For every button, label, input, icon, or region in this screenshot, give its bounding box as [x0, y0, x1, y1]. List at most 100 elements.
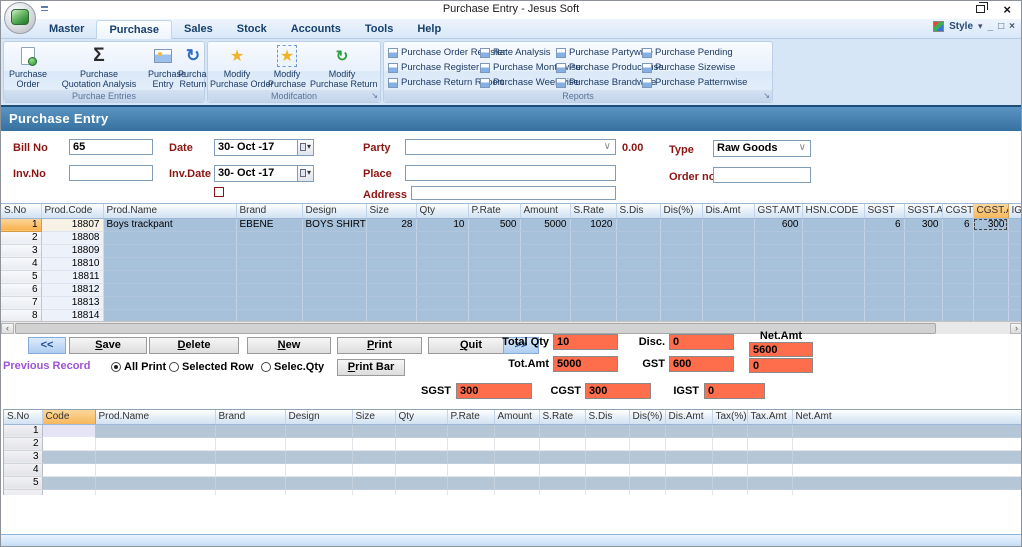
bottom-grid-cell[interactable] [395, 424, 447, 437]
main-grid-cell[interactable] [366, 283, 416, 296]
main-grid-cell[interactable] [416, 244, 468, 257]
main-grid-cell[interactable]: 5000 [520, 218, 570, 231]
main-grid-cell[interactable] [1008, 283, 1022, 296]
main-grid-cell[interactable] [1008, 244, 1022, 257]
form-checkbox[interactable] [214, 187, 224, 197]
report-item-purchase-pending[interactable]: Purchase Pending [642, 45, 762, 60]
bottom-grid-cell[interactable]: 3 [4, 450, 42, 463]
party-select[interactable]: ∨ [405, 139, 616, 155]
main-grid-cell[interactable]: EBENE [236, 218, 302, 231]
main-grid-cell[interactable] [302, 270, 366, 283]
bottom-grid-cell[interactable] [285, 463, 352, 476]
bottom-grid-cell[interactable] [665, 450, 712, 463]
style-caret-icon[interactable]: ▾ [978, 21, 983, 32]
report-item-purchase-weekwise[interactable]: Purchase Weekwise [480, 75, 556, 90]
bottom-grid-cell[interactable] [747, 424, 792, 437]
main-grid-cell[interactable] [802, 218, 864, 231]
bottom-grid-cell[interactable] [792, 463, 1022, 476]
report-item-rate-analysis[interactable]: Rate Analysis [480, 45, 556, 60]
main-grid-cell[interactable] [416, 231, 468, 244]
main-grid-cell[interactable] [236, 296, 302, 309]
bottom-grid-cell[interactable] [215, 424, 285, 437]
delete-button[interactable]: Delete [149, 337, 239, 354]
main-grid-cell[interactable] [973, 231, 1008, 244]
main-grid-cell[interactable] [1008, 218, 1022, 231]
main-grid-cell[interactable] [302, 309, 366, 321]
bottom-grid-cell[interactable] [494, 463, 539, 476]
ribbon-button-modify-purchase[interactable]: ★ModifyPurchase [264, 44, 310, 89]
main-grid-cell[interactable] [754, 296, 802, 309]
order-no-input[interactable] [713, 167, 811, 183]
main-grid-cell[interactable] [468, 270, 520, 283]
main-grid-cell[interactable]: 7 [1, 296, 41, 309]
main-grid-cell[interactable] [103, 283, 236, 296]
main-grid-cell[interactable] [616, 257, 660, 270]
main-grid-cell[interactable] [864, 309, 904, 321]
main-grid-cell[interactable] [570, 231, 616, 244]
main-grid-cell[interactable]: 18809 [41, 244, 103, 257]
report-item-purchase-order-register[interactable]: Purchase Order Register [388, 45, 480, 60]
bottom-grid-cell[interactable] [712, 424, 747, 437]
main-grid-cell[interactable] [236, 270, 302, 283]
print-bar-button[interactable]: Print Bar [337, 359, 405, 376]
main-grid-cell[interactable] [520, 231, 570, 244]
main-grid-cell[interactable] [570, 309, 616, 321]
radio-icon[interactable] [111, 362, 121, 372]
main-grid-cell[interactable]: 3 [1, 244, 41, 257]
bottom-grid-cell[interactable] [712, 437, 747, 450]
bottom-grid-cell[interactable] [42, 476, 95, 489]
bottom-grid-cell[interactable] [585, 463, 629, 476]
main-grid-cell[interactable] [468, 283, 520, 296]
print-button[interactable]: Print [337, 337, 422, 354]
bottom-grid-cell[interactable] [95, 450, 215, 463]
main-grid-cell[interactable] [468, 231, 520, 244]
main-grid-cell[interactable] [416, 257, 468, 270]
main-grid-cell[interactable] [802, 283, 864, 296]
main-grid-cell[interactable] [520, 283, 570, 296]
main-grid-cell[interactable]: 300 [973, 218, 1008, 231]
main-grid-cell[interactable]: 18808 [41, 231, 103, 244]
main-grid-cell[interactable] [302, 296, 366, 309]
bottom-grid-cell[interactable] [585, 450, 629, 463]
scroll-right-icon[interactable]: › [1010, 323, 1022, 334]
main-grid-cell[interactable]: 6 [864, 218, 904, 231]
tab-sales[interactable]: Sales [172, 20, 225, 39]
main-grid-cell[interactable] [702, 296, 754, 309]
calendar-dropdown-icon[interactable]: ▾ [297, 140, 313, 155]
main-grid-cell[interactable] [973, 309, 1008, 321]
bottom-grid-cell[interactable] [352, 437, 395, 450]
main-grid-cell[interactable]: 28 [366, 218, 416, 231]
bottom-grid-cell[interactable] [95, 424, 215, 437]
main-grid-cell[interactable]: 8 [1, 309, 41, 321]
main-grid-cell[interactable] [660, 270, 702, 283]
main-grid-cell[interactable] [904, 257, 942, 270]
main-grid-cell[interactable] [103, 244, 236, 257]
main-grid-cell[interactable]: 18811 [41, 270, 103, 283]
main-grid-cell[interactable] [570, 244, 616, 257]
main-grid-cell[interactable] [616, 283, 660, 296]
report-item-purchase-register[interactable]: Purchase Register [388, 60, 480, 75]
app-menu-button[interactable] [4, 2, 36, 34]
bottom-grid-cell[interactable] [42, 437, 95, 450]
main-grid-cell[interactable] [754, 270, 802, 283]
radio-all-print[interactable]: All Print [111, 361, 166, 373]
main-grid-cell[interactable] [904, 270, 942, 283]
report-item-purchase-sizewise[interactable]: Purchase Sizewise [642, 60, 762, 75]
bottom-grid-cell[interactable] [395, 450, 447, 463]
main-grid-cell[interactable] [416, 309, 468, 321]
bottom-grid-cell[interactable] [285, 450, 352, 463]
bottom-grid-cell[interactable] [629, 463, 665, 476]
bottom-grid-cell[interactable] [42, 463, 95, 476]
bottom-grid-cell[interactable] [665, 437, 712, 450]
report-item-purchase-patternwise[interactable]: Purchase Patternwise [642, 75, 762, 90]
main-grid-cell[interactable] [236, 244, 302, 257]
bottom-grid-cell[interactable] [352, 424, 395, 437]
main-grid-cell[interactable] [302, 231, 366, 244]
bottom-grid-cell[interactable] [747, 450, 792, 463]
main-grid-cell[interactable] [942, 257, 973, 270]
bottom-grid-cell[interactable] [494, 450, 539, 463]
bottom-grid-cell[interactable] [585, 437, 629, 450]
bottom-grid-cell[interactable] [395, 437, 447, 450]
main-grid-cell[interactable] [616, 231, 660, 244]
main-grid-cell[interactable] [468, 257, 520, 270]
